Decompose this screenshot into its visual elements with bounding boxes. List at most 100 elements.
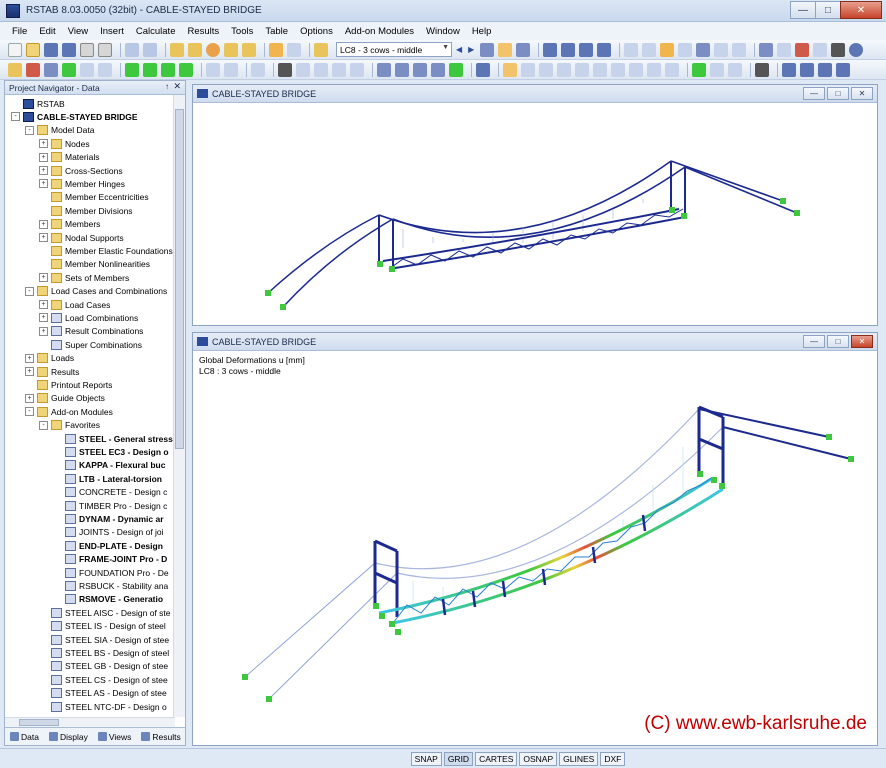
close-icon[interactable]: ✕ (173, 81, 181, 92)
view-top-icon[interactable] (818, 62, 832, 77)
expand-icon[interactable]: + (39, 179, 48, 189)
generate-load-icon[interactable] (179, 62, 193, 77)
tree-item[interactable]: + Sets of Members (39, 271, 129, 284)
target-icon[interactable] (206, 42, 220, 57)
member-load-icon[interactable] (143, 62, 157, 77)
expand-icon[interactable]: + (39, 166, 48, 175)
mirror-icon[interactable] (251, 62, 265, 77)
tree-item[interactable]: - Load Cases and Combinations (25, 285, 167, 298)
tree-item[interactable]: - Add-on Modules (25, 405, 113, 418)
uz-icon[interactable] (413, 62, 427, 77)
expand-icon[interactable]: + (39, 233, 48, 242)
tree-item[interactable]: + Load Cases (39, 298, 110, 311)
copy-graphic-icon[interactable] (831, 42, 846, 57)
view-x-icon[interactable] (561, 42, 576, 57)
scale-icon[interactable] (296, 62, 310, 77)
view-side-icon[interactable] (800, 62, 814, 77)
tree-item[interactable]: Member Eccentricities (39, 191, 149, 204)
maximize-button[interactable]: □ (827, 87, 849, 100)
results-on-icon[interactable] (480, 42, 495, 57)
minimize-button[interactable]: — (790, 1, 816, 19)
intersect-icon[interactable] (350, 62, 364, 77)
info-icon[interactable] (224, 42, 238, 57)
graph-icon[interactable] (813, 42, 828, 57)
menu-addon-modules[interactable]: Add-on Modules (339, 26, 420, 37)
tree-item[interactable]: LTB - Lateral-torsion (53, 472, 162, 485)
tree-item[interactable]: + Result Combinations (39, 325, 143, 338)
solid-icon[interactable] (660, 42, 675, 57)
tree-item[interactable]: DYNAM - Dynamic ar (53, 512, 164, 525)
tab-views[interactable]: Views (93, 732, 137, 742)
cartes-toggle[interactable]: CARTES (475, 751, 518, 766)
tree-item[interactable]: STEEL IS - Design of steel (39, 620, 166, 633)
tree-item[interactable]: + Loads (25, 352, 74, 365)
tree-item[interactable]: STEEL SIA - Design of stee (39, 633, 169, 646)
menu-window[interactable]: Window (420, 26, 466, 37)
copy-icon[interactable] (242, 42, 256, 57)
view-iso-icon[interactable] (543, 42, 558, 57)
expand-icon[interactable]: + (25, 367, 34, 376)
expand-icon[interactable]: + (25, 353, 34, 363)
view-z-icon[interactable] (597, 42, 612, 57)
table-icon[interactable] (269, 42, 283, 57)
tree-item[interactable]: RSMOVE - Generatio (53, 593, 163, 606)
view-3d-icon[interactable] (836, 62, 850, 77)
save-icon[interactable] (44, 42, 58, 57)
menu-table[interactable]: Table (259, 26, 294, 37)
tree-item[interactable]: STEEL EC3 - Design o (53, 445, 169, 458)
tree-item[interactable]: STEEL GB - Design of stee (39, 660, 168, 673)
uy-icon[interactable] (395, 62, 409, 77)
support-icon[interactable] (62, 62, 76, 77)
vy-force-icon[interactable] (557, 62, 571, 77)
menu-view[interactable]: View (62, 26, 94, 37)
phi-x-icon[interactable] (431, 62, 445, 77)
collapse-icon[interactable]: - (11, 112, 20, 122)
tree-item[interactable]: Super Combinations (39, 338, 142, 351)
new-file-icon[interactable] (8, 42, 22, 57)
menu-help[interactable]: Help (466, 26, 498, 37)
scroll-thumb[interactable] (19, 719, 59, 726)
values-icon[interactable] (476, 62, 490, 77)
open-folder-icon[interactable] (26, 42, 40, 57)
tree-item[interactable]: KAPPA - Flexural buc (53, 459, 165, 472)
filter-icon[interactable] (755, 62, 769, 77)
minimize-button[interactable]: — (803, 87, 825, 100)
view-front-icon[interactable] (782, 62, 796, 77)
tab-display[interactable]: Display (44, 732, 93, 742)
support-reaction-icon[interactable] (692, 62, 706, 77)
expand-icon[interactable]: + (39, 139, 48, 149)
tree-item[interactable]: Member Elastic Foundations (39, 244, 173, 257)
move-icon[interactable] (224, 62, 238, 77)
tree-item[interactable]: + Materials (39, 151, 99, 164)
tree-item[interactable]: RSTAB (11, 97, 65, 110)
member-insert-icon[interactable] (44, 62, 58, 77)
px-icon[interactable] (647, 62, 661, 77)
expand-icon[interactable]: + (39, 152, 48, 162)
tree-item[interactable]: Member Divisions (39, 204, 133, 217)
ux-icon[interactable] (377, 62, 391, 77)
deformation-icon[interactable] (516, 42, 531, 57)
tree-item[interactable]: RSBUCK - Stability ana (53, 579, 168, 592)
collapse-icon[interactable]: - (25, 407, 34, 417)
tree-item[interactable]: + Member Hinges (39, 177, 125, 190)
pz-icon[interactable] (665, 62, 679, 77)
grid-toggle[interactable]: GRID (443, 751, 474, 766)
view-y-icon[interactable] (579, 42, 594, 57)
my-moment-icon[interactable] (611, 62, 625, 77)
zoom-window-icon[interactable] (314, 62, 328, 77)
minimize-button[interactable]: — (803, 335, 825, 348)
tree-item[interactable]: - Favorites (39, 419, 100, 432)
collapse-icon[interactable]: - (39, 420, 48, 430)
grid-icon[interactable] (287, 42, 301, 57)
n-force-icon[interactable] (539, 62, 553, 77)
expand-icon[interactable]: + (25, 393, 34, 403)
tree-item[interactable]: STEEL AISC - Design of ste (39, 606, 171, 619)
undo-icon[interactable] (125, 42, 139, 57)
collapse-icon[interactable]: - (25, 286, 34, 296)
pin-icon[interactable]: ↑ (165, 82, 169, 91)
node-icon[interactable] (8, 62, 22, 77)
tree-item[interactable]: FOUNDATION Pro - De (53, 566, 169, 579)
tree-item[interactable]: FRAME-JOINT Pro - D (53, 553, 167, 566)
section-icon[interactable] (678, 42, 693, 57)
tree-item[interactable]: + Load Combinations (39, 311, 138, 324)
